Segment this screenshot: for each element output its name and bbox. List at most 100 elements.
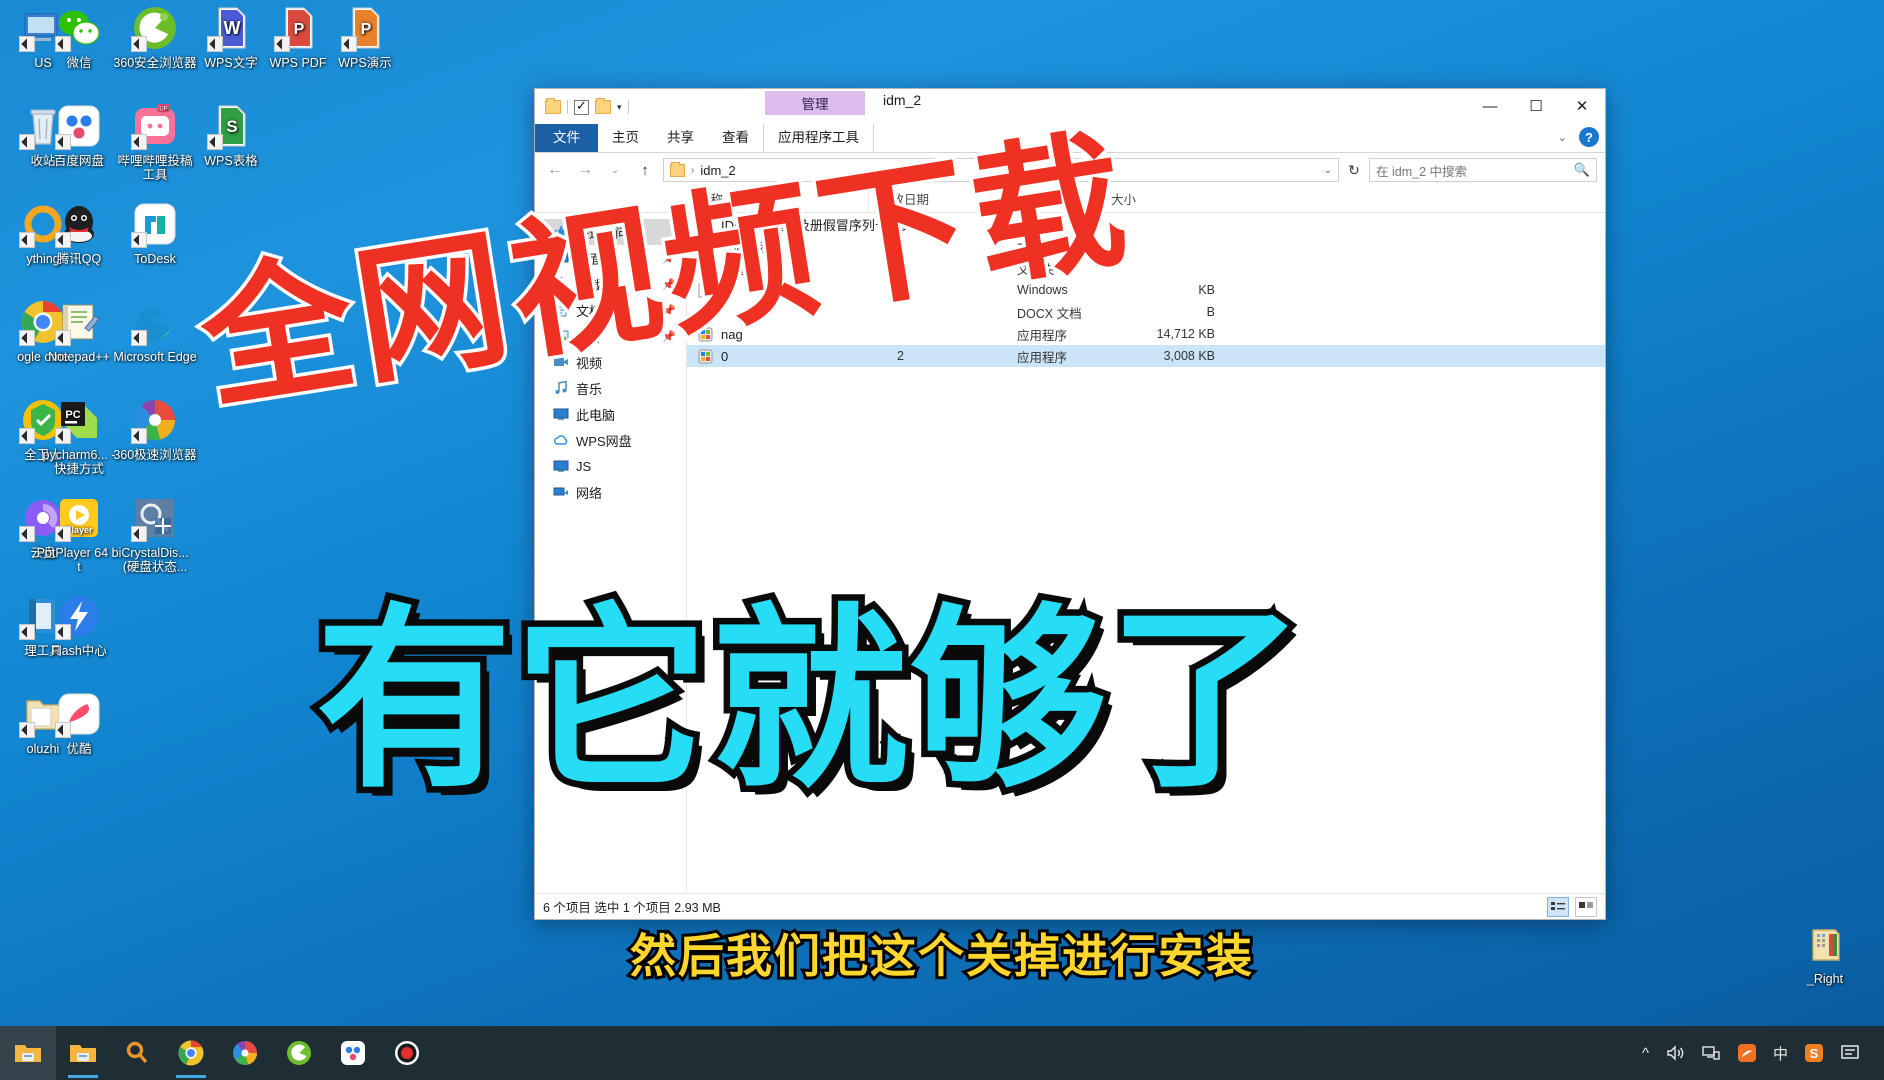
taskbar-baidu-netdisk[interactable] [326, 1026, 380, 1080]
edge-icon [131, 298, 179, 346]
up-button[interactable]: ↑ [633, 162, 657, 179]
wps-writer-icon: W [207, 4, 255, 52]
desktop-icon-17[interactable]: PC pycharm6... - 快捷方式 [36, 396, 122, 476]
desktop-icon-label: PotPlayer 64 bit [36, 546, 122, 574]
large-icons-view-icon[interactable] [1575, 896, 1597, 917]
file-row[interactable]: 视频教程 文件夹 [687, 235, 1605, 257]
taskbar-chrome[interactable] [164, 1026, 218, 1080]
video-subtitle: 然后我们把这个关掉进行安装 [627, 926, 1255, 986]
properties-icon[interactable] [574, 98, 589, 115]
close-button[interactable]: ✕ [1559, 89, 1605, 123]
tab-file[interactable]: 文件 [535, 124, 598, 152]
desktop-icon-label: 优酷 [66, 742, 92, 756]
taskbar-file-explorer[interactable] [56, 1026, 110, 1080]
svg-text:UP: UP [159, 107, 167, 113]
new-folder-icon[interactable] [595, 98, 611, 114]
desktop-icon-8[interactable]: UP 哔哩哔哩投稿工具 [112, 102, 198, 182]
back-button[interactable]: ← [543, 161, 567, 179]
desktop-icon-5[interactable]: P WPS演示 [322, 4, 408, 70]
tab-share[interactable]: 共享 [653, 124, 708, 152]
desktop-icon-15[interactable]: Microsoft Edge [112, 298, 198, 364]
nav-item-3[interactable]: 文档 📌 [535, 297, 686, 323]
file-row[interactable]: IDM清理重置及册假冒序列号工具 文件夹 [687, 213, 1605, 235]
chevron-down-icon[interactable]: ⌄ [1558, 131, 1567, 144]
file-row[interactable]: W DOCX 文档 B [687, 301, 1605, 323]
nav-item-0[interactable]: 快速访问 [535, 219, 686, 245]
help-icon[interactable]: ? [1579, 127, 1599, 147]
nav-item-10[interactable]: 网络 [535, 479, 686, 505]
desktop-icon-20[interactable]: Player PotPlayer 64 bit [36, 494, 122, 574]
file-row[interactable]: 0 2 应用程序 3,008 KB [687, 345, 1605, 367]
nav-item-9[interactable]: JS [535, 453, 686, 479]
svg-text:P: P [294, 21, 305, 38]
desktop-icon-11[interactable]: 腾讯QQ [36, 200, 122, 266]
details-view-icon[interactable] [1547, 896, 1569, 917]
desktop-screen: US 微信 360安全浏览器 W WPS文字 P WPS PDF P WPS演示 收站 百度网盘 UP… [0, 0, 1884, 1080]
desktop-icon-18[interactable]: 360极速浏览器 [112, 396, 198, 462]
action-center-icon[interactable] [1840, 1043, 1862, 1063]
desktop-icon-1[interactable]: 微信 [36, 4, 122, 70]
nav-item-4[interactable]: 图片 📌 [535, 323, 686, 349]
column-header-type[interactable]: 类型 [988, 186, 1100, 213]
ime-chinese-icon[interactable]: 中 [1773, 1043, 1788, 1064]
start-button[interactable] [0, 1026, 56, 1080]
desktop-icon-grid: US 微信 360安全浏览器 W WPS文字 P WPS PDF P WPS演示 收站 百度网盘 UP… [0, 0, 392, 1010]
nav-item-7[interactable]: 此电脑 [535, 401, 686, 427]
pin-icon[interactable]: 📌 [662, 330, 676, 343]
recent-locations-button[interactable]: ⌄ [603, 165, 627, 176]
file-name-cell: 0 [687, 349, 897, 364]
file-row[interactable]: Windows KB [687, 279, 1605, 301]
file-type-cell: 文件夹 [1017, 218, 1055, 233]
nav-item-2[interactable]: 下载 📌 [535, 271, 686, 297]
file-size-cell: KB [1198, 283, 1215, 297]
tab-app-tools[interactable]: 应用程序工具 [763, 124, 874, 152]
show-hidden-icons-icon[interactable]: ^ [1642, 1045, 1649, 1062]
taskbar-recorder[interactable] [380, 1026, 434, 1080]
breadcrumb[interactable]: › idm_2 ⌄ [663, 158, 1339, 182]
orange-app-icon[interactable] [1737, 1043, 1757, 1063]
desktop-icon-9[interactable]: S WPS表格 [188, 102, 274, 168]
chevron-down-icon[interactable]: ⌄ [1324, 165, 1332, 176]
desktop-icon-25[interactable]: 优酷 [36, 690, 122, 756]
desktop-icon-7[interactable]: 百度网盘 [36, 102, 122, 168]
pin-icon[interactable]: 📌 [662, 252, 676, 265]
desktop-icon-label: WPS表格 [204, 154, 258, 168]
file-row[interactable]: nag 应用程序 14,712 KB [687, 323, 1605, 345]
pin-icon[interactable]: 📌 [662, 304, 676, 317]
file-name-text: 0 [721, 348, 729, 364]
refresh-button[interactable]: ↻ [1345, 162, 1363, 179]
view-mode-buttons [1547, 896, 1597, 917]
desktop-icon-12[interactable]: ToDesk [112, 200, 198, 266]
column-header-date[interactable]: 修改日期 [868, 186, 988, 213]
minimize-button[interactable]: — [1467, 89, 1513, 123]
tab-manage[interactable]: 管理 [765, 91, 865, 115]
forward-button[interactable]: → [573, 161, 597, 179]
folder-icon[interactable] [545, 98, 561, 114]
nav-item-5[interactable]: 视频 [535, 349, 686, 375]
nav-item-8[interactable]: WPS网盘 [535, 427, 686, 453]
shortcut-overlay-icon [19, 624, 35, 640]
desktop-icon-right-folder[interactable]: _Right [1782, 920, 1868, 986]
nav-item-6[interactable]: 音乐 [535, 375, 686, 401]
desktop-icon-23[interactable]: Flash中心 [36, 592, 122, 658]
snipaste-icon[interactable]: S [1804, 1043, 1824, 1063]
explorer-titlebar[interactable]: ▾ 管理 idm_2 — ☐ ✕ [535, 89, 1605, 125]
nav-item-1[interactable]: 桌面 📌 [535, 245, 686, 271]
network-icon[interactable] [1701, 1044, 1721, 1062]
desktop-icon-21[interactable]: CrystalDis... (硬盘状态... [112, 494, 198, 574]
search-input[interactable]: 在 idm_2 中搜索 🔍 [1369, 158, 1597, 182]
taskbar-360-speed-browser[interactable] [218, 1026, 272, 1080]
pin-icon[interactable]: 📌 [662, 278, 676, 291]
tab-view[interactable]: 查看 [708, 124, 763, 152]
column-header-size[interactable]: 大小 [1100, 186, 1190, 213]
tab-home[interactable]: 主页 [598, 124, 653, 152]
desktop-icon-14[interactable]: Notepad++ [36, 298, 122, 364]
customize-caret-icon[interactable]: ▾ [617, 102, 622, 113]
maximize-button[interactable]: ☐ [1513, 89, 1559, 123]
file-row[interactable]: 必看 文件夹 [687, 257, 1605, 279]
desktop-icon-2[interactable]: 360安全浏览器 [112, 4, 198, 70]
breadcrumb-segment[interactable]: idm_2 [700, 163, 735, 178]
taskbar-search[interactable] [110, 1026, 164, 1080]
volume-icon[interactable] [1665, 1044, 1685, 1062]
taskbar-360-safe-browser[interactable] [272, 1026, 326, 1080]
